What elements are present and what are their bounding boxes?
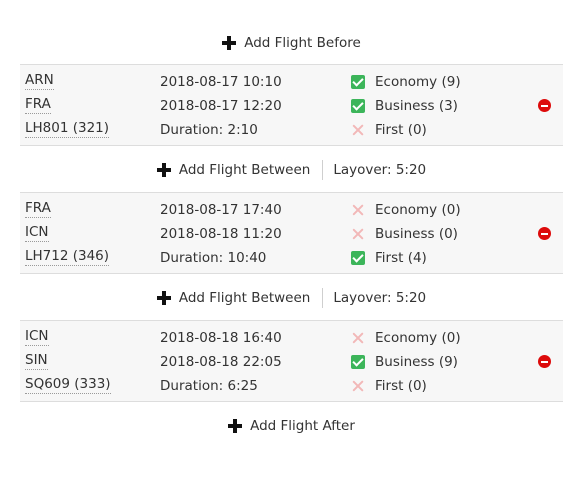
departure-time: 2018-08-17 17:40 — [160, 202, 282, 218]
flight-duration: Duration: 2:10 — [160, 122, 258, 138]
add-flight-after-label: Add Flight After — [250, 418, 355, 434]
check-icon — [351, 99, 365, 113]
add-flight-between-button[interactable]: Add Flight Between — [156, 162, 311, 178]
class-label: First (0) — [375, 122, 427, 138]
flight-number[interactable]: SQ609 (333) — [25, 376, 111, 394]
add-flight-between-label: Add Flight Between — [178, 290, 311, 306]
cross-icon — [351, 331, 365, 345]
cross-icon — [351, 123, 365, 137]
plus-icon — [222, 36, 237, 50]
cross-icon — [351, 203, 365, 217]
flight-number[interactable]: LH801 (321) — [25, 120, 110, 138]
flight-segment-3: ICN SIN SQ609 (333) 2018-08-18 16:40 201… — [20, 320, 563, 402]
class-label: Economy (9) — [375, 74, 461, 90]
add-flight-between-button[interactable]: Add Flight Between — [156, 290, 311, 306]
class-first[interactable]: First (4) — [351, 248, 427, 268]
remove-icon[interactable] — [538, 99, 551, 112]
departure-airport[interactable]: ICN — [25, 328, 49, 346]
class-economy[interactable]: Economy (9) — [351, 72, 461, 92]
divider — [322, 288, 324, 308]
flight-number[interactable]: LH712 (346) — [25, 248, 110, 266]
flight-segment-2: FRA ICN LH712 (346) 2018-08-17 17:40 201… — [20, 192, 563, 274]
add-flight-between-label: Add Flight Between — [178, 162, 311, 178]
class-label: First (0) — [375, 378, 427, 394]
departure-time: 2018-08-17 10:10 — [160, 74, 282, 90]
class-label: First (4) — [375, 250, 427, 266]
add-flight-before-label: Add Flight Before — [244, 35, 361, 51]
arrival-airport[interactable]: ICN — [25, 224, 49, 242]
plus-icon — [156, 163, 171, 177]
class-business[interactable]: Business (0) — [351, 224, 458, 244]
layover-label: Layover: 5:20 — [333, 162, 427, 178]
add-between-row-2: Add Flight Between Layover: 5:20 — [20, 283, 563, 313]
cross-icon — [351, 379, 365, 393]
plus-icon — [156, 291, 171, 305]
class-economy[interactable]: Economy (0) — [351, 200, 461, 220]
class-economy[interactable]: Economy (0) — [351, 328, 461, 348]
class-first[interactable]: First (0) — [351, 120, 427, 140]
arrival-time: 2018-08-17 12:20 — [160, 98, 282, 114]
layover-label: Layover: 5:20 — [333, 290, 427, 306]
departure-airport[interactable]: FRA — [25, 200, 51, 218]
add-between-row-1: Add Flight Between Layover: 5:20 — [20, 155, 563, 185]
class-label: Business (9) — [375, 354, 458, 370]
remove-icon[interactable] — [538, 355, 551, 368]
arrival-airport[interactable]: FRA — [25, 96, 51, 114]
check-icon — [351, 251, 365, 265]
arrival-time: 2018-08-18 22:05 — [160, 354, 282, 370]
arrival-time: 2018-08-18 11:20 — [160, 226, 282, 242]
add-after-row: Add Flight After — [20, 411, 563, 441]
departure-airport[interactable]: ARN — [25, 72, 54, 90]
add-flight-after-button[interactable]: Add Flight After — [228, 418, 355, 434]
class-label: Economy (0) — [375, 330, 461, 346]
check-icon — [351, 355, 365, 369]
class-business[interactable]: Business (3) — [351, 96, 458, 116]
flight-segment-1: ARN FRA LH801 (321) 2018-08-17 10:10 201… — [20, 64, 563, 146]
flight-duration: Duration: 10:40 — [160, 250, 267, 266]
plus-icon — [228, 419, 243, 433]
cross-icon — [351, 227, 365, 241]
add-before-row: Add Flight Before — [20, 28, 563, 58]
divider — [322, 160, 324, 180]
class-first[interactable]: First (0) — [351, 376, 427, 396]
add-flight-before-button[interactable]: Add Flight Before — [222, 35, 361, 51]
arrival-airport[interactable]: SIN — [25, 352, 48, 370]
class-label: Business (0) — [375, 226, 458, 242]
remove-icon[interactable] — [538, 227, 551, 240]
class-label: Economy (0) — [375, 202, 461, 218]
class-business[interactable]: Business (9) — [351, 352, 458, 372]
flight-duration: Duration: 6:25 — [160, 378, 258, 394]
departure-time: 2018-08-18 16:40 — [160, 330, 282, 346]
check-icon — [351, 75, 365, 89]
class-label: Business (3) — [375, 98, 458, 114]
